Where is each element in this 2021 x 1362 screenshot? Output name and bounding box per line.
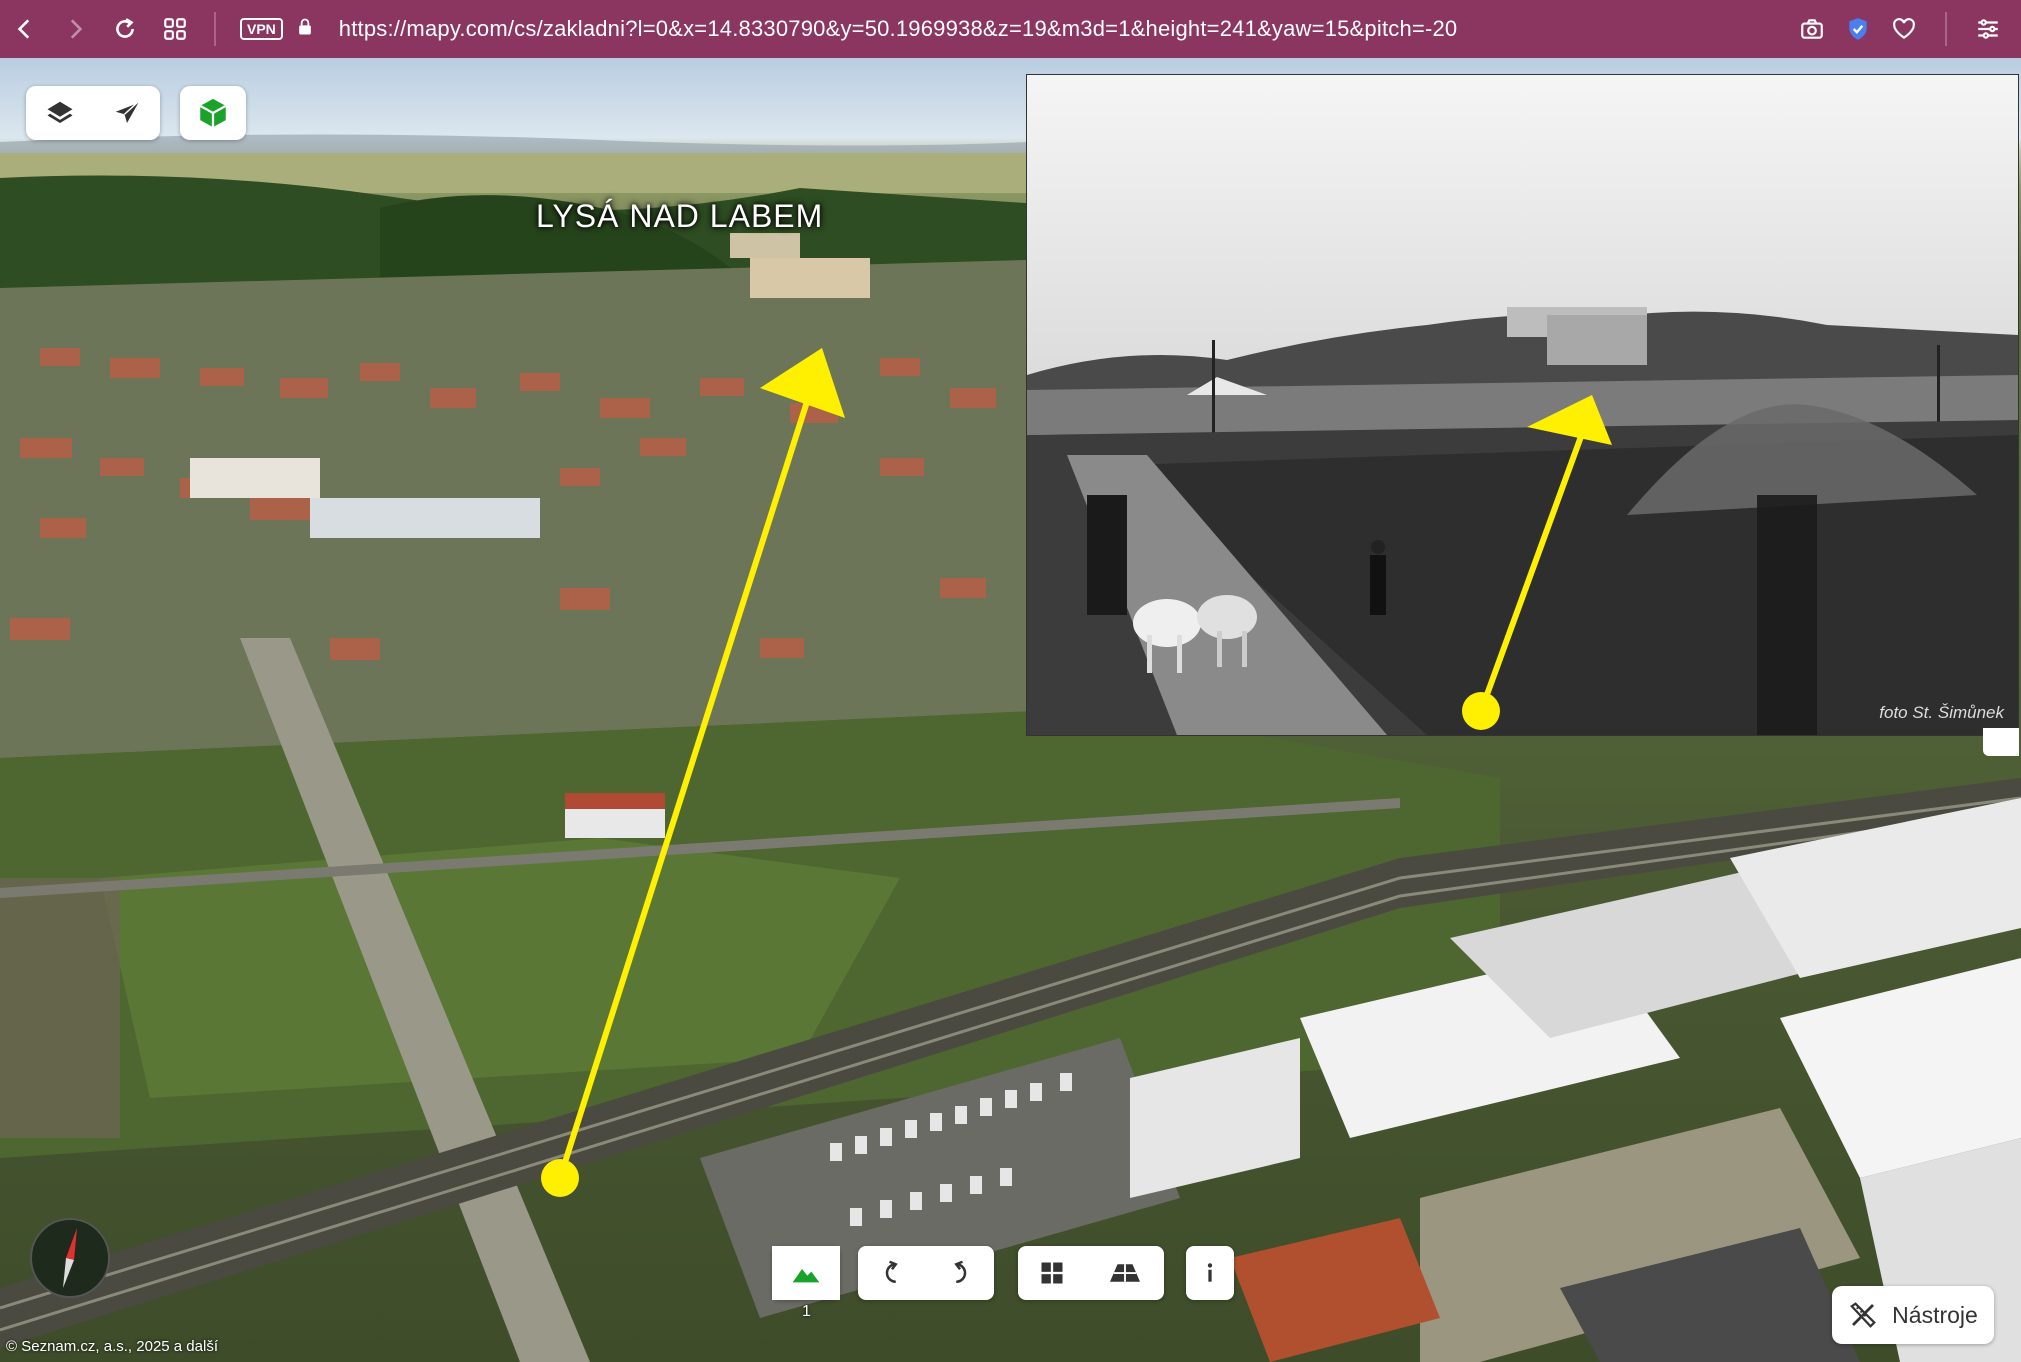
info-icon bbox=[1207, 1263, 1213, 1282]
back-icon bbox=[17, 19, 30, 39]
vpn-badge[interactable]: VPN bbox=[240, 18, 283, 40]
screenshot-button[interactable] bbox=[1793, 0, 1831, 58]
forward-button[interactable] bbox=[50, 0, 100, 58]
rotate-controls bbox=[858, 1246, 994, 1300]
info-button[interactable] bbox=[1186, 1246, 1234, 1300]
rotate-left-icon bbox=[885, 1260, 898, 1283]
airplane-icon bbox=[115, 101, 139, 123]
toolbar-right bbox=[1793, 0, 2007, 58]
grid-view-icon bbox=[1041, 1262, 1063, 1284]
tools-label: Nástroje bbox=[1892, 1301, 1978, 1328]
menu-icon bbox=[1978, 19, 1998, 39]
mountain-icon bbox=[792, 1269, 820, 1283]
copyright-notice[interactable]: © Seznam.cz, a.s., 2025 a další bbox=[6, 1338, 218, 1355]
photo-panel-tab[interactable] bbox=[1983, 728, 2019, 756]
photo-credit: foto St. Šimůnek bbox=[1879, 703, 2004, 722]
tilt-view-button[interactable] bbox=[1086, 1246, 1164, 1300]
info-control bbox=[1186, 1246, 1234, 1300]
layers-button[interactable] bbox=[26, 86, 93, 140]
view-controls bbox=[1018, 1246, 1164, 1300]
level-number: 1 bbox=[802, 1303, 811, 1320]
travel-button[interactable] bbox=[93, 86, 160, 140]
settings-button[interactable] bbox=[1969, 0, 2007, 58]
top-view-button[interactable] bbox=[1018, 1246, 1086, 1300]
town-label: LYSÁ NAD LABEM bbox=[536, 198, 824, 234]
terrain-button[interactable] bbox=[772, 1246, 840, 1300]
map-mode-controls bbox=[26, 86, 160, 140]
favorite-button[interactable] bbox=[1885, 0, 1923, 58]
3d-toggle-button[interactable] bbox=[180, 86, 246, 140]
map-3d-view[interactable]: LYSÁ NAD LABEM foto St. Šimůnek 1 Nástro… bbox=[0, 58, 2021, 1362]
shield-button[interactable] bbox=[1839, 0, 1877, 58]
rotate-right-icon bbox=[954, 1260, 967, 1283]
compass-needle-icon bbox=[63, 1228, 77, 1288]
back-button[interactable] bbox=[0, 0, 50, 58]
annotation-dot-map bbox=[541, 1159, 579, 1197]
historical-photo bbox=[1027, 75, 2018, 735]
rotate-right-button[interactable] bbox=[926, 1246, 994, 1300]
tools-icon bbox=[1850, 1302, 1877, 1328]
forward-icon bbox=[70, 19, 83, 39]
reload-icon bbox=[116, 18, 134, 38]
camera-icon bbox=[1801, 19, 1823, 39]
shield-icon bbox=[1849, 18, 1867, 40]
tabs-grid-icon bbox=[164, 18, 186, 40]
address-bar[interactable]: https://mapy.com/cs/zakladni?l=0&x=14.83… bbox=[339, 16, 1458, 42]
lock-icon[interactable] bbox=[295, 16, 315, 43]
perspective-icon bbox=[1110, 1264, 1140, 1282]
annotation-dot-photo bbox=[1462, 692, 1500, 730]
reload-button[interactable] bbox=[100, 0, 150, 58]
toolbar-divider bbox=[214, 12, 216, 46]
tools-button[interactable]: Nástroje bbox=[1832, 1286, 1994, 1344]
terrain-control bbox=[772, 1246, 840, 1300]
toolbar-divider-right bbox=[1945, 12, 1947, 46]
rotate-left-button[interactable] bbox=[858, 1246, 926, 1300]
tabs-button[interactable] bbox=[150, 0, 200, 58]
historical-photo-overlay: foto St. Šimůnek bbox=[1027, 75, 2018, 735]
cube-3d-icon bbox=[199, 98, 227, 128]
heart-icon bbox=[1893, 18, 1915, 39]
layers-icon bbox=[47, 101, 72, 123]
browser-toolbar: VPN https://mapy.com/cs/zakladni?l=0&x=1… bbox=[0, 0, 2021, 58]
compass[interactable] bbox=[30, 1218, 110, 1298]
